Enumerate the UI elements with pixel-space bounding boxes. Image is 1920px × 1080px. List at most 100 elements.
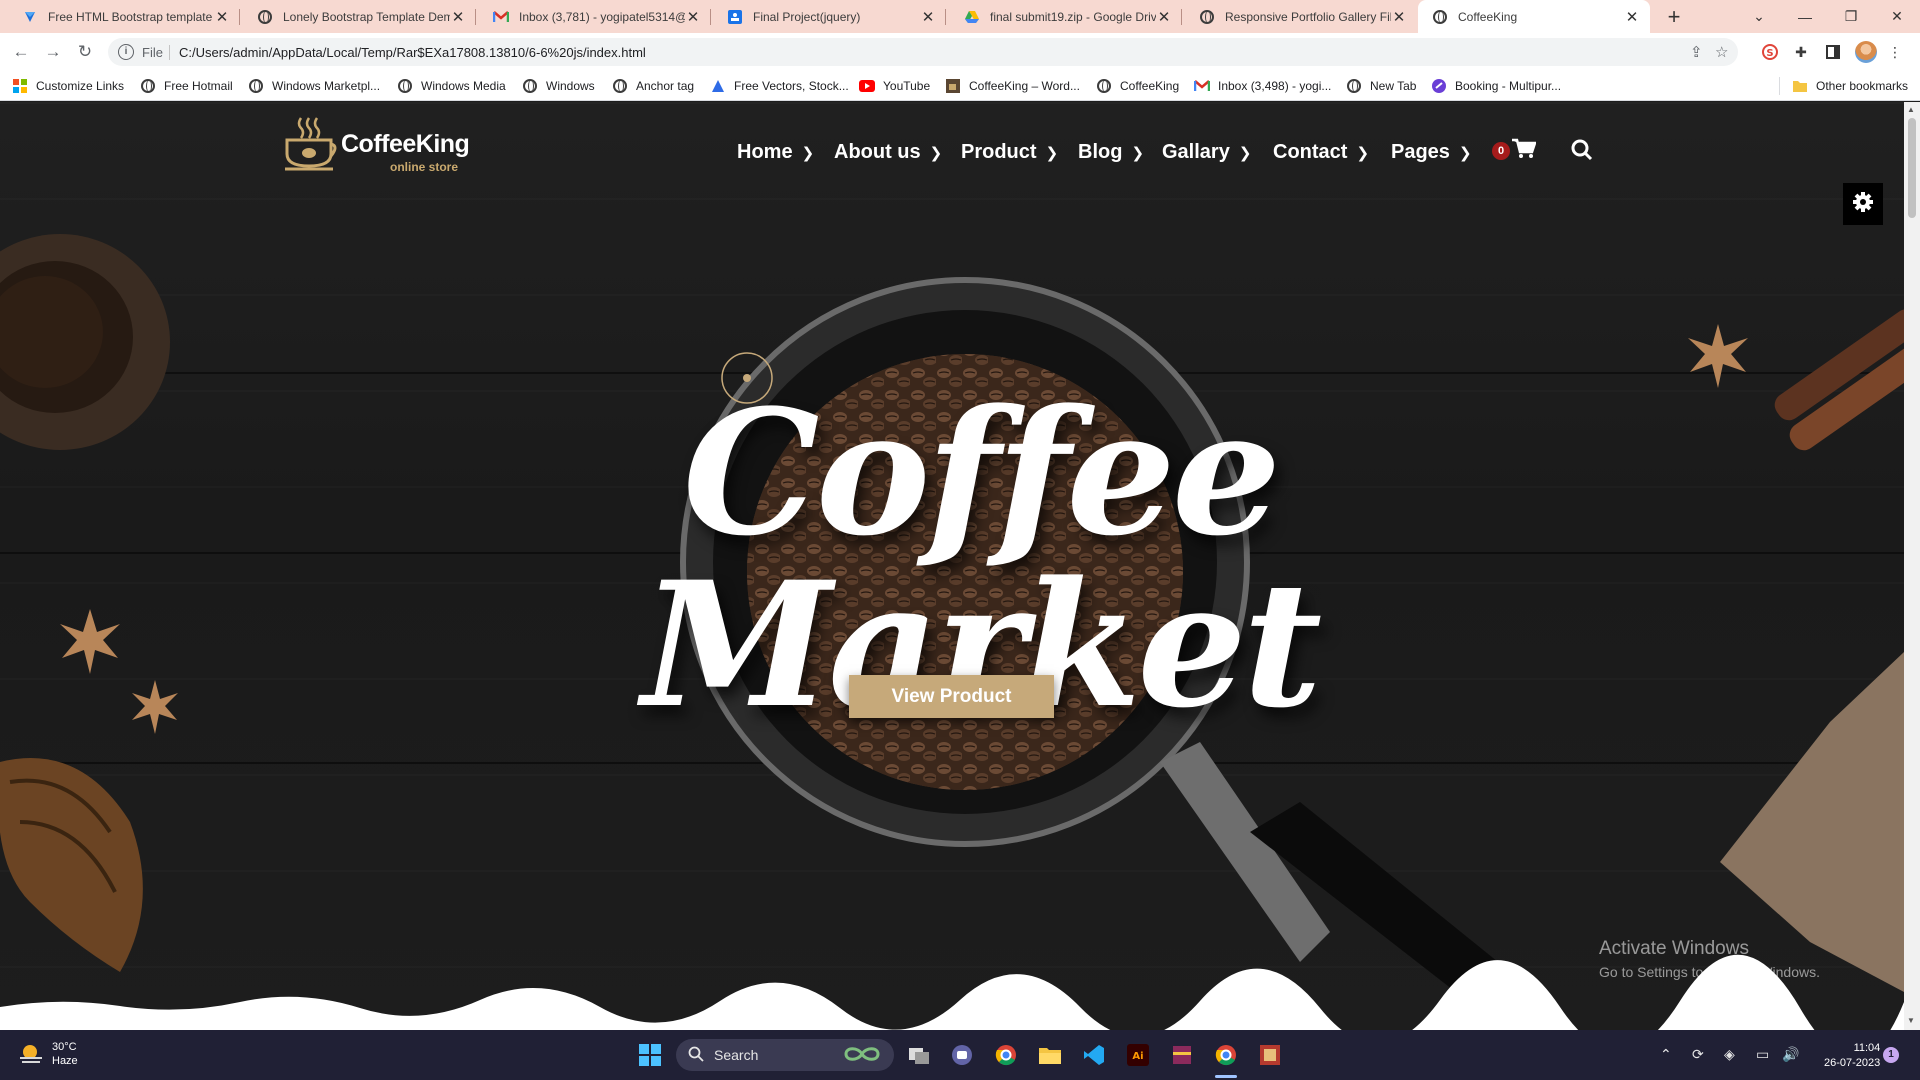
minimize-icon[interactable]: —: [1782, 0, 1828, 33]
site-logo[interactable]: CoffeeKing online store: [281, 116, 470, 174]
bookmark-customize-links[interactable]: Customize Links: [12, 78, 124, 94]
illustrator-icon[interactable]: Ai: [1126, 1043, 1150, 1067]
back-icon[interactable]: ←: [10, 41, 32, 63]
file-explorer-icon[interactable]: [1038, 1043, 1062, 1067]
tab-portfolio-gallery[interactable]: Responsive Portfolio Gallery Filte ✕: [1185, 0, 1417, 33]
close-icon[interactable]: ✕: [450, 8, 466, 26]
nav-item-home[interactable]: Home ❯: [737, 141, 814, 164]
close-icon[interactable]: ✕: [685, 8, 701, 26]
bookmark-star-icon[interactable]: ☆: [1715, 43, 1728, 61]
google-drive-icon: [964, 9, 980, 25]
close-icon[interactable]: ✕: [1156, 8, 1172, 26]
chrome-active-icon[interactable]: [1214, 1043, 1238, 1067]
archive-app-icon[interactable]: [1258, 1043, 1282, 1067]
tab-final-project[interactable]: Final Project(jquery) ✕: [713, 0, 946, 33]
bookmark-label: CoffeeKing: [1120, 79, 1180, 93]
close-icon[interactable]: ✕: [214, 8, 230, 26]
bookmark-coffeeking-word[interactable]: CoffeeKing – Word...: [945, 78, 1080, 94]
bookmark-label: Free Vectors, Stock...: [734, 79, 849, 93]
bookmark-label: Windows Media: [421, 79, 506, 93]
nav-item-about[interactable]: About us ❯: [834, 141, 942, 164]
tab-gmail-inbox[interactable]: Inbox (3,781) - yogipatel5314@ ✕: [479, 0, 711, 33]
settings-gear-button[interactable]: [1843, 183, 1883, 225]
bookmark-new-tab[interactable]: New Tab: [1346, 78, 1416, 94]
globe-icon: [257, 9, 273, 25]
bookmark-label: Anchor tag: [636, 79, 695, 93]
logo-tagline: online store: [390, 160, 459, 174]
scrollbar-thumb[interactable]: [1908, 118, 1916, 218]
nav-item-gallary[interactable]: Gallary ❯: [1162, 141, 1251, 164]
chrome-icon[interactable]: [994, 1043, 1018, 1067]
forward-icon[interactable]: →: [42, 41, 64, 63]
tab-separator: [1181, 9, 1182, 25]
teams-chat-icon[interactable]: [950, 1043, 974, 1067]
view-product-button[interactable]: View Product: [849, 675, 1054, 718]
start-button[interactable]: [638, 1043, 662, 1067]
tab-google-drive[interactable]: final submit19.zip - Google Driv ✕: [950, 0, 1182, 33]
url-text[interactable]: C:/Users/admin/AppData/Local/Temp/Rar$EX…: [179, 45, 646, 60]
close-icon[interactable]: ✕: [1391, 8, 1407, 26]
extension-shield-icon[interactable]: S: [1760, 42, 1780, 62]
defender-icon[interactable]: ◈: [1724, 1046, 1735, 1063]
gear-icon: [1852, 191, 1874, 218]
share-icon[interactable]: ⇪: [1690, 43, 1703, 61]
bookmark-anchor-tag[interactable]: Anchor tag: [612, 78, 694, 94]
tab-bootstrap-template[interactable]: Free HTML Bootstrap template - ✕: [8, 0, 240, 33]
close-icon[interactable]: ✕: [920, 8, 936, 26]
bookmark-youtube[interactable]: YouTube: [859, 78, 930, 94]
clock-time: 11:04: [1853, 1042, 1881, 1054]
restore-icon[interactable]: ❐: [1828, 0, 1874, 33]
tab-title: final submit19.zip - Google Driv: [990, 9, 1156, 24]
windows-logo-icon: [12, 78, 28, 94]
taskbar-clock[interactable]: 11:04 26-07-2023: [1824, 1041, 1880, 1071]
bookmark-free-hotmail[interactable]: Free Hotmail: [140, 78, 233, 94]
nav-item-product[interactable]: Product ❯: [961, 141, 1058, 164]
nav-label: Gallary: [1162, 141, 1230, 163]
folder-icon: [1792, 78, 1808, 94]
nav-item-pages[interactable]: Pages ❯: [1391, 141, 1472, 164]
close-window-icon[interactable]: ✕: [1874, 0, 1920, 33]
bookmark-windows[interactable]: Windows: [522, 78, 595, 94]
taskbar-search[interactable]: Search: [676, 1039, 894, 1071]
bookmark-windows-marketplace[interactable]: Windows Marketpl...: [248, 78, 380, 94]
reload-icon[interactable]: ↻: [74, 41, 96, 63]
extensions-puzzle-icon[interactable]: ✚: [1791, 42, 1811, 62]
bookmark-booking[interactable]: Booking - Multipur...: [1431, 78, 1561, 94]
nav-item-contact[interactable]: Contact ❯: [1273, 141, 1369, 164]
info-icon[interactable]: i: [118, 44, 134, 60]
tab-search-icon[interactable]: ⌄: [1736, 0, 1782, 33]
sync-icon[interactable]: ⟳: [1692, 1046, 1704, 1063]
scroll-up-icon[interactable]: ▲: [1907, 105, 1915, 114]
bookmarks-bar: Customize Links Free Hotmail Windows Mar…: [0, 71, 1920, 101]
task-view-icon[interactable]: [907, 1043, 931, 1067]
bookmark-coffeeking[interactable]: CoffeeKing: [1096, 78, 1179, 94]
chevron-right-icon: ❯: [1458, 144, 1472, 162]
page-scrollbar[interactable]: ▲ ▼: [1904, 102, 1920, 1030]
notification-badge[interactable]: 1: [1883, 1047, 1899, 1063]
tab-coffeeking[interactable]: CoffeeKing ✕: [1418, 0, 1650, 33]
new-tab-button[interactable]: +: [1661, 4, 1687, 30]
nav-item-blog[interactable]: Blog ❯: [1078, 141, 1144, 164]
chevron-right-icon: ❯: [801, 144, 815, 162]
close-icon[interactable]: ✕: [1624, 8, 1640, 26]
bookmark-windows-media[interactable]: Windows Media: [397, 78, 506, 94]
sidepanel-icon[interactable]: [1823, 42, 1843, 62]
croissant-decoration: [0, 758, 143, 972]
weather-widget[interactable]: 30°C Haze: [18, 1040, 78, 1068]
network-icon[interactable]: ▭: [1756, 1046, 1769, 1063]
bookmark-inbox[interactable]: Inbox (3,498) - yogi...: [1194, 78, 1331, 94]
tab-title: Lonely Bootstrap Template Dem: [283, 9, 450, 24]
volume-icon[interactable]: 🔊: [1782, 1046, 1799, 1063]
other-bookmarks[interactable]: Other bookmarks: [1792, 78, 1908, 94]
scroll-down-icon[interactable]: ▼: [1907, 1016, 1915, 1025]
bookmark-free-vectors[interactable]: Free Vectors, Stock...: [710, 78, 849, 94]
vscode-icon[interactable]: [1082, 1043, 1106, 1067]
winrar-icon[interactable]: [1170, 1043, 1194, 1067]
profile-avatar[interactable]: [1855, 41, 1877, 63]
more-menu-icon[interactable]: ⋮: [1885, 42, 1905, 62]
show-hidden-icons-icon[interactable]: ⌃: [1660, 1046, 1672, 1063]
search-icon[interactable]: [1571, 139, 1593, 166]
cart-button[interactable]: 0: [1492, 138, 1537, 163]
tab-lonely-template[interactable]: Lonely Bootstrap Template Dem ✕: [243, 0, 476, 33]
address-bar[interactable]: i File C:/Users/admin/AppData/Local/Temp…: [108, 38, 1738, 66]
